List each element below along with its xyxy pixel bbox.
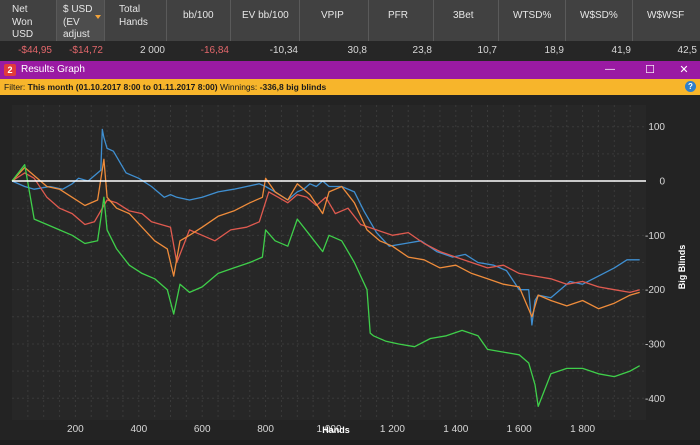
cell-pfr: 23,8 xyxy=(412,45,432,56)
app-icon: 2 xyxy=(4,64,16,76)
column-header-vpip[interactable]: VPIP xyxy=(300,0,369,41)
stats-table-row[interactable]: -$44,95 -$14,72 2 000 -16,84 -10,34 30,8… xyxy=(0,41,700,61)
filter-label: Filter: xyxy=(4,82,26,92)
minimize-button[interactable]: — xyxy=(596,61,624,79)
window-titlebar[interactable]: 2 Results Graph — ☐ ✕ xyxy=(0,61,700,79)
help-icon[interactable]: ? xyxy=(685,81,696,92)
maximize-button[interactable]: ☐ xyxy=(636,61,664,79)
results-graph[interactable]: 200 400 600 800 1 000 1 200 1 400 1 600 1 800 100… xyxy=(0,95,700,440)
column-header-pfr[interactable]: PFR xyxy=(369,0,434,41)
filter-value[interactable]: This month (01.10.2017 8:00 to 01.11.201… xyxy=(28,82,218,92)
cell-bb100: -16,84 xyxy=(200,45,229,56)
y-tick-label: -200 xyxy=(645,285,665,296)
cell-vpip: 30,8 xyxy=(347,45,367,56)
filter-bar: Filter: This month (01.10.2017 8:00 to 0… xyxy=(0,79,700,95)
cell-wwsf: 42,5 xyxy=(677,45,697,56)
close-button[interactable]: ✕ xyxy=(670,61,698,79)
winnings-value: -336,8 big blinds xyxy=(259,82,327,92)
cell-ev-bb100: -10,34 xyxy=(269,45,298,56)
cell-total-hands: 2 000 xyxy=(139,45,165,56)
x-tick-label: 1 400 xyxy=(443,424,468,435)
cell-wsd: 41,9 xyxy=(611,45,631,56)
y-tick-label: -100 xyxy=(645,231,665,242)
column-header-ev-bb100[interactable]: EV bb/100 xyxy=(231,0,300,41)
cell-3bet: 10,7 xyxy=(477,45,497,56)
x-tick-label: 1 600 xyxy=(507,424,532,435)
cell-wtsd: 18,9 xyxy=(544,45,564,56)
column-header-net-won[interactable]: Net Won USD xyxy=(0,0,57,41)
column-header-ev-adjusted[interactable]: $ USD (EV adjust xyxy=(57,0,105,41)
stats-table-header: Net Won USD $ USD (EV adjust Total Hands… xyxy=(0,0,700,41)
y-tick-label: 0 xyxy=(659,177,665,188)
x-tick-label: 200 xyxy=(67,424,84,435)
x-tick-label: 800 xyxy=(257,424,274,435)
x-axis-label: Hands xyxy=(322,425,350,435)
y-axis-label: Big Blinds xyxy=(677,245,687,290)
cell-ev-adjusted: -$14,72 xyxy=(69,45,103,56)
x-tick-label: 1 800 xyxy=(570,424,595,435)
column-header-3bet[interactable]: 3Bet xyxy=(434,0,499,41)
column-header-bb100[interactable]: bb/100 xyxy=(167,0,231,41)
x-tick-label: 1 200 xyxy=(380,424,405,435)
column-header-total-hands[interactable]: Total Hands xyxy=(105,0,167,41)
column-header-wtsd[interactable]: WTSD% xyxy=(499,0,566,41)
column-header-wwsf[interactable]: W$WSF xyxy=(633,0,700,41)
y-tick-label: -400 xyxy=(645,394,665,405)
window-title: Results Graph xyxy=(21,64,85,75)
y-tick-label: 100 xyxy=(648,122,665,133)
x-tick-label: 600 xyxy=(194,424,211,435)
winnings-label: Winnings: xyxy=(219,82,258,92)
column-header-wsd[interactable]: W$SD% xyxy=(566,0,633,41)
cell-net-won: -$44,95 xyxy=(18,45,52,56)
y-tick-label: -300 xyxy=(645,339,665,350)
x-tick-label: 400 xyxy=(130,424,147,435)
results-chart: 200 400 600 800 1 000 1 200 1 400 1 600 1 800100… xyxy=(11,105,687,435)
sort-descending-icon xyxy=(95,15,101,19)
